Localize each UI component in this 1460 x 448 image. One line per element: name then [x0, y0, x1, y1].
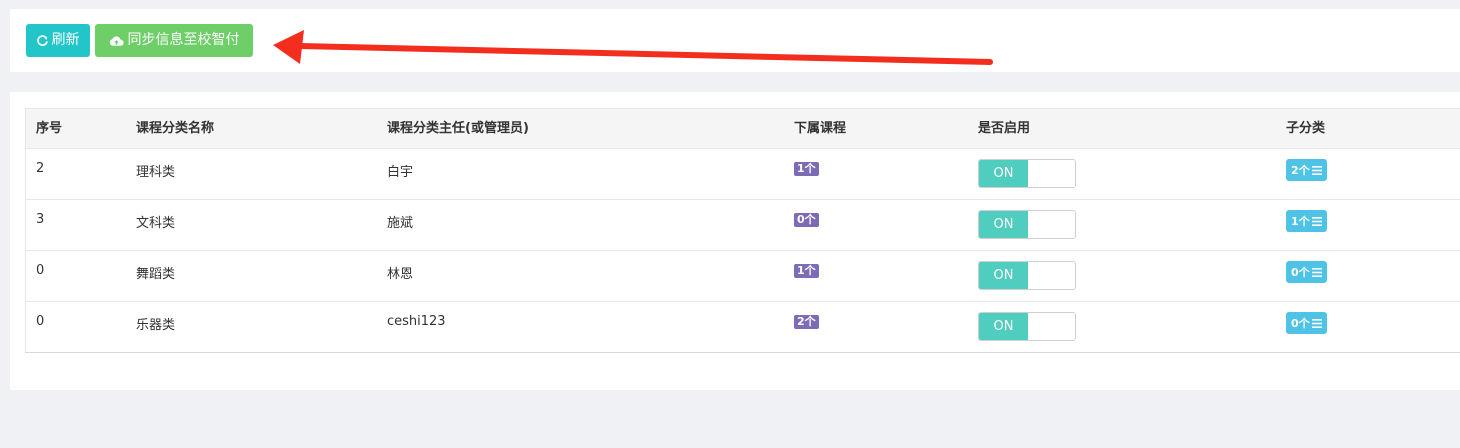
toggle-on-label: ON	[979, 313, 1028, 340]
row-index: 0	[25, 250, 126, 302]
row-manager: ceshi123	[377, 301, 784, 353]
row-enabled-cell: ON	[968, 250, 1276, 302]
header-courses: 下属课程	[784, 108, 968, 149]
toggle-handle	[1028, 262, 1075, 289]
list-icon	[1311, 216, 1322, 226]
header-children: 子分类	[1276, 108, 1460, 149]
enabled-toggle[interactable]: ON	[978, 261, 1076, 290]
table-panel: 序号 课程分类名称 课程分类主任(或管理员) 下属课程 是否启用 子分类 2 理…	[10, 92, 1460, 390]
list-icon	[1311, 165, 1322, 175]
row-name: 乐器类	[126, 301, 377, 353]
row-manager: 施斌	[377, 199, 784, 251]
row-name: 文科类	[126, 199, 377, 251]
row-index: 3	[25, 199, 126, 251]
header-enabled: 是否启用	[968, 108, 1276, 149]
course-count-badge: 1个	[794, 162, 819, 176]
row-index: 2	[25, 148, 126, 200]
row-enabled-cell: ON	[968, 148, 1276, 200]
subcategory-count: 0个	[1291, 317, 1310, 330]
subcategory-button[interactable]: 2个	[1286, 159, 1327, 181]
toggle-on-label: ON	[979, 160, 1028, 187]
table-row: 0 舞蹈类 林恩 1个 ON 0个	[25, 250, 1460, 302]
row-name: 理科类	[126, 148, 377, 200]
course-count-badge: 2个	[794, 315, 819, 329]
course-count-badge: 0个	[794, 213, 819, 227]
row-index: 0	[25, 301, 126, 353]
header-name: 课程分类名称	[126, 108, 377, 149]
row-children-cell: 0个	[1276, 301, 1460, 353]
toggle-handle	[1028, 211, 1075, 238]
sync-button[interactable]: 同步信息至校智付	[95, 24, 253, 57]
enabled-toggle[interactable]: ON	[978, 159, 1076, 188]
row-manager: 白宇	[377, 148, 784, 200]
row-courses-cell: 2个	[784, 301, 968, 353]
row-courses-cell: 0个	[784, 199, 968, 251]
row-children-cell: 2个	[1276, 148, 1460, 200]
toolbar-panel: 刷新 同步信息至校智付	[10, 9, 1460, 72]
table-header-row: 序号 课程分类名称 课程分类主任(或管理员) 下属课程 是否启用 子分类	[25, 108, 1460, 149]
row-name: 舞蹈类	[126, 250, 377, 302]
row-children-cell: 1个	[1276, 199, 1460, 251]
enabled-toggle[interactable]: ON	[978, 210, 1076, 239]
row-manager: 林恩	[377, 250, 784, 302]
enabled-toggle[interactable]: ON	[978, 312, 1076, 341]
subcategory-count: 1个	[1291, 215, 1310, 228]
row-courses-cell: 1个	[784, 250, 968, 302]
category-table: 序号 课程分类名称 课程分类主任(或管理员) 下属课程 是否启用 子分类 2 理…	[25, 108, 1460, 353]
table-row: 2 理科类 白宇 1个 ON 2个	[25, 148, 1460, 200]
refresh-button[interactable]: 刷新	[26, 24, 90, 57]
subcategory-button[interactable]: 0个	[1286, 312, 1327, 334]
list-icon	[1311, 318, 1322, 328]
course-count-badge: 1个	[794, 264, 819, 278]
header-manager: 课程分类主任(或管理员)	[377, 108, 784, 149]
toggle-handle	[1028, 313, 1075, 340]
list-icon	[1311, 267, 1322, 277]
subcategory-button[interactable]: 0个	[1286, 261, 1327, 283]
row-enabled-cell: ON	[968, 301, 1276, 353]
row-enabled-cell: ON	[968, 199, 1276, 251]
sync-label: 同步信息至校智付	[127, 32, 240, 48]
subcategory-count: 2个	[1291, 164, 1310, 177]
subcategory-count: 0个	[1291, 266, 1310, 279]
toggle-handle	[1028, 160, 1075, 187]
subcategory-button[interactable]: 1个	[1286, 210, 1327, 232]
refresh-icon	[36, 35, 48, 46]
table-row: 0 乐器类 ceshi123 2个 ON 0个	[25, 301, 1460, 353]
cloud-upload-icon	[109, 35, 124, 46]
row-courses-cell: 1个	[784, 148, 968, 200]
refresh-label: 刷新	[51, 32, 80, 48]
toggle-on-label: ON	[979, 211, 1028, 238]
row-children-cell: 0个	[1276, 250, 1460, 302]
header-index: 序号	[25, 108, 126, 149]
toggle-on-label: ON	[979, 262, 1028, 289]
table-row: 3 文科类 施斌 0个 ON 1个	[25, 199, 1460, 251]
